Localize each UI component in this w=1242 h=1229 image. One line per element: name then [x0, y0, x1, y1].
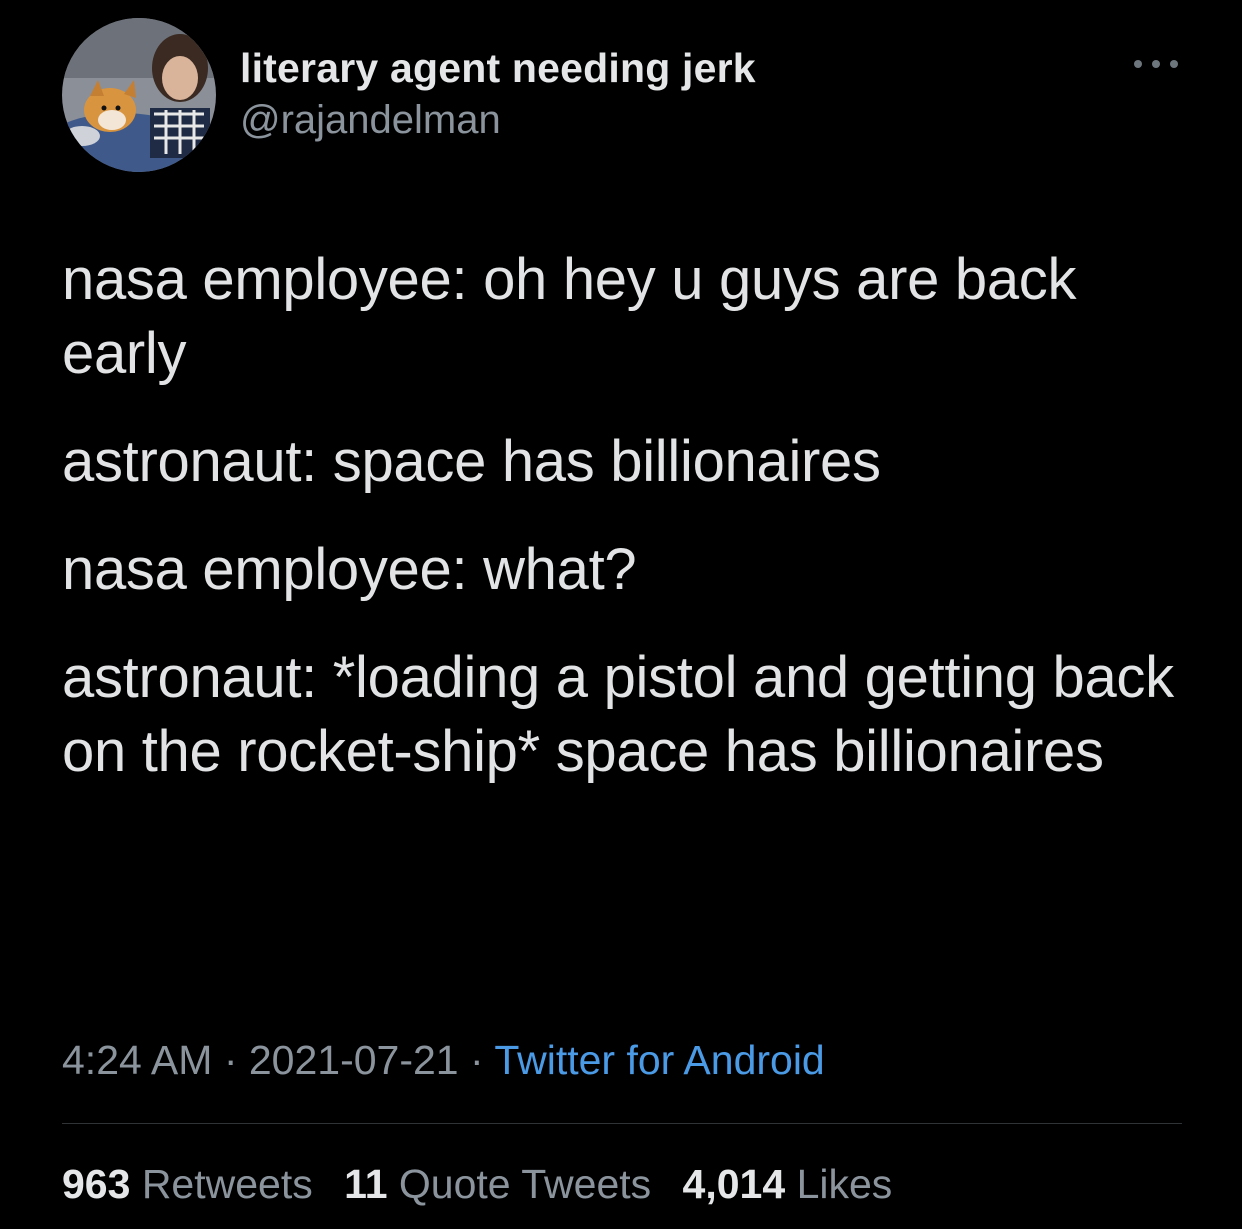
quote-tweets-count: 11: [344, 1161, 388, 1207]
tweet-line: nasa employee: what?: [62, 537, 637, 602]
tweet-line: nasa employee: oh hey u guys are back ea…: [62, 247, 1077, 386]
avatar[interactable]: [62, 18, 216, 172]
tweet-date[interactable]: 2021-07-21: [249, 1037, 459, 1083]
author-display-name[interactable]: literary agent needing jerk: [240, 42, 756, 94]
avatar-photo: [62, 18, 216, 172]
author-handle[interactable]: @rajandelman: [240, 94, 756, 146]
tweet-time[interactable]: 4:24 AM: [62, 1037, 212, 1083]
quote-tweets-stat[interactable]: 11 Quote Tweets: [344, 1161, 651, 1207]
likes-count: 4,014: [682, 1161, 786, 1207]
retweets-label: Retweets: [141, 1161, 313, 1207]
tweet-body: nasa employee: oh hey u guys are back ea…: [62, 243, 1182, 823]
tweet-line: astronaut: space has billionaires: [62, 429, 881, 494]
likes-stat[interactable]: 4,014 Likes: [683, 1161, 893, 1207]
retweets-count: 963: [62, 1161, 131, 1207]
tweet-source-link[interactable]: Twitter for Android: [494, 1037, 824, 1083]
meta-separator: ·: [458, 1037, 495, 1083]
likes-label: Likes: [796, 1161, 893, 1207]
tweet-header: literary agent needing jerk @rajandelman: [62, 18, 1182, 174]
author-info: literary agent needing jerk @rajandelman: [240, 42, 756, 146]
tweet-metadata: 4:24 AM · 2021-07-21 · Twitter for Andro…: [62, 1030, 825, 1090]
retweets-stat[interactable]: 963 Retweets: [62, 1161, 313, 1207]
meta-separator: ·: [212, 1037, 249, 1083]
quote-tweets-label: Quote Tweets: [398, 1161, 652, 1207]
more-horizontal-icon[interactable]: [1130, 54, 1182, 74]
tweet-stats: 963 Retweets 11 Quote Tweets 4,014 Likes: [62, 1154, 912, 1214]
tweet-line: astronaut: *loading a pistol and getting…: [62, 645, 1174, 784]
divider: [62, 1123, 1182, 1124]
